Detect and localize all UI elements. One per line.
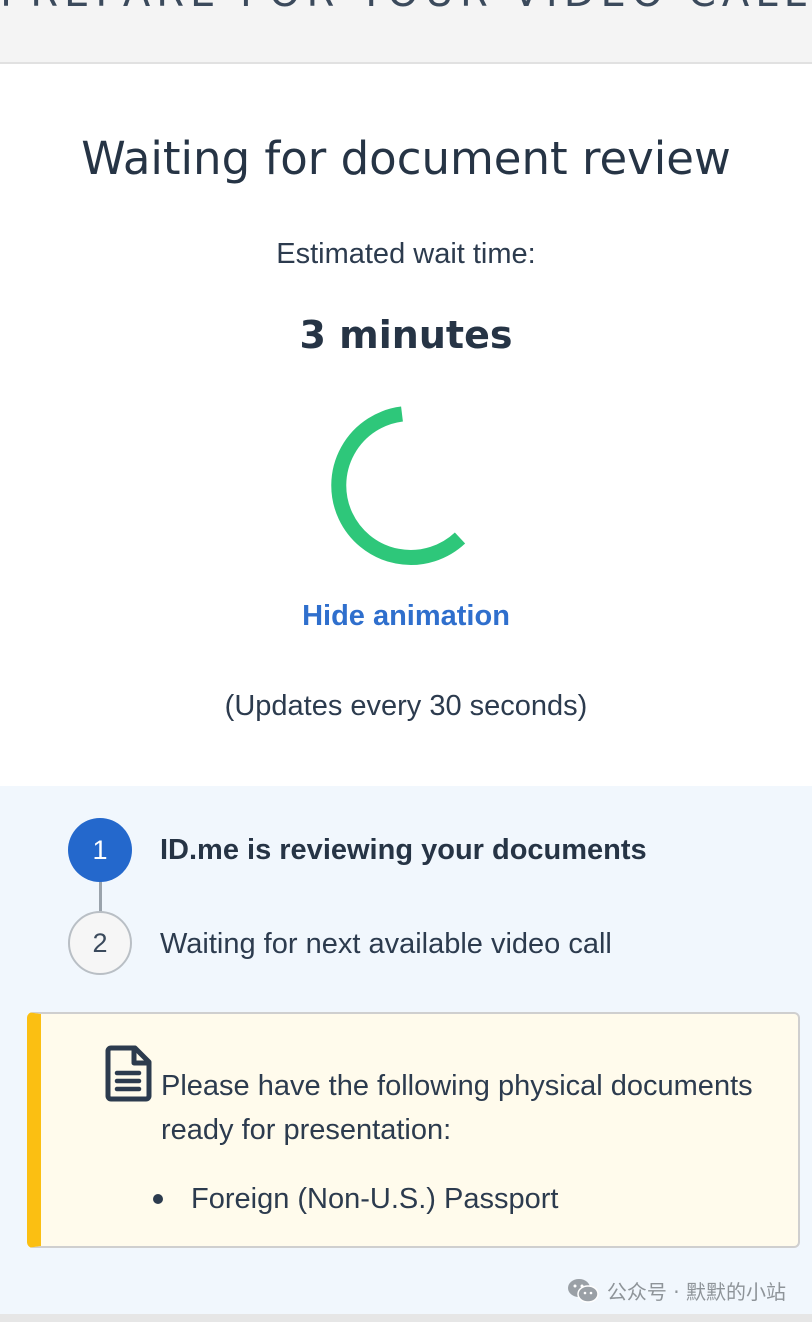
- wechat-icon: [567, 1278, 599, 1303]
- page-title: Waiting for document review: [81, 132, 731, 185]
- document-icon: [105, 1045, 152, 1102]
- step-1-label: ID.me is reviewing your documents: [160, 834, 647, 866]
- watermark-text: 公众号 · 默默的小站: [606, 1280, 786, 1304]
- step-connector: [99, 878, 102, 914]
- step-2-label: Waiting for next available video call: [160, 928, 612, 960]
- notice-text: Please have the following physical docum…: [161, 1070, 753, 1146]
- top-header: PREPARE FOR YOUR VIDEO CALL: [0, 0, 812, 64]
- bullet-icon: [153, 1194, 163, 1204]
- wait-time-value: 3 minutes: [299, 313, 513, 357]
- document-item-label: Foreign (Non-U.S.) Passport: [191, 1183, 559, 1215]
- step-1-indicator: 1: [68, 818, 132, 882]
- watermark: 公众号 · 默默的小站: [567, 1276, 786, 1305]
- documents-notice: Please have the following physical docum…: [27, 1012, 800, 1248]
- step-2-indicator: 2: [68, 911, 132, 975]
- updates-note: (Updates every 30 seconds): [224, 690, 588, 722]
- wait-time-label: Estimated wait time:: [276, 238, 536, 270]
- bottom-bar: [0, 1314, 812, 1322]
- page: PREPARE FOR YOUR VIDEO CALL Waiting for …: [0, 0, 812, 1322]
- required-documents-list: Foreign (Non-U.S.) Passport: [153, 1180, 559, 1218]
- header-title: PREPARE FOR YOUR VIDEO CALL: [0, 0, 812, 16]
- list-item: Foreign (Non-U.S.) Passport: [153, 1180, 559, 1218]
- hide-animation-link[interactable]: Hide animation: [0, 600, 812, 633]
- loading-spinner-icon: [331, 406, 466, 565]
